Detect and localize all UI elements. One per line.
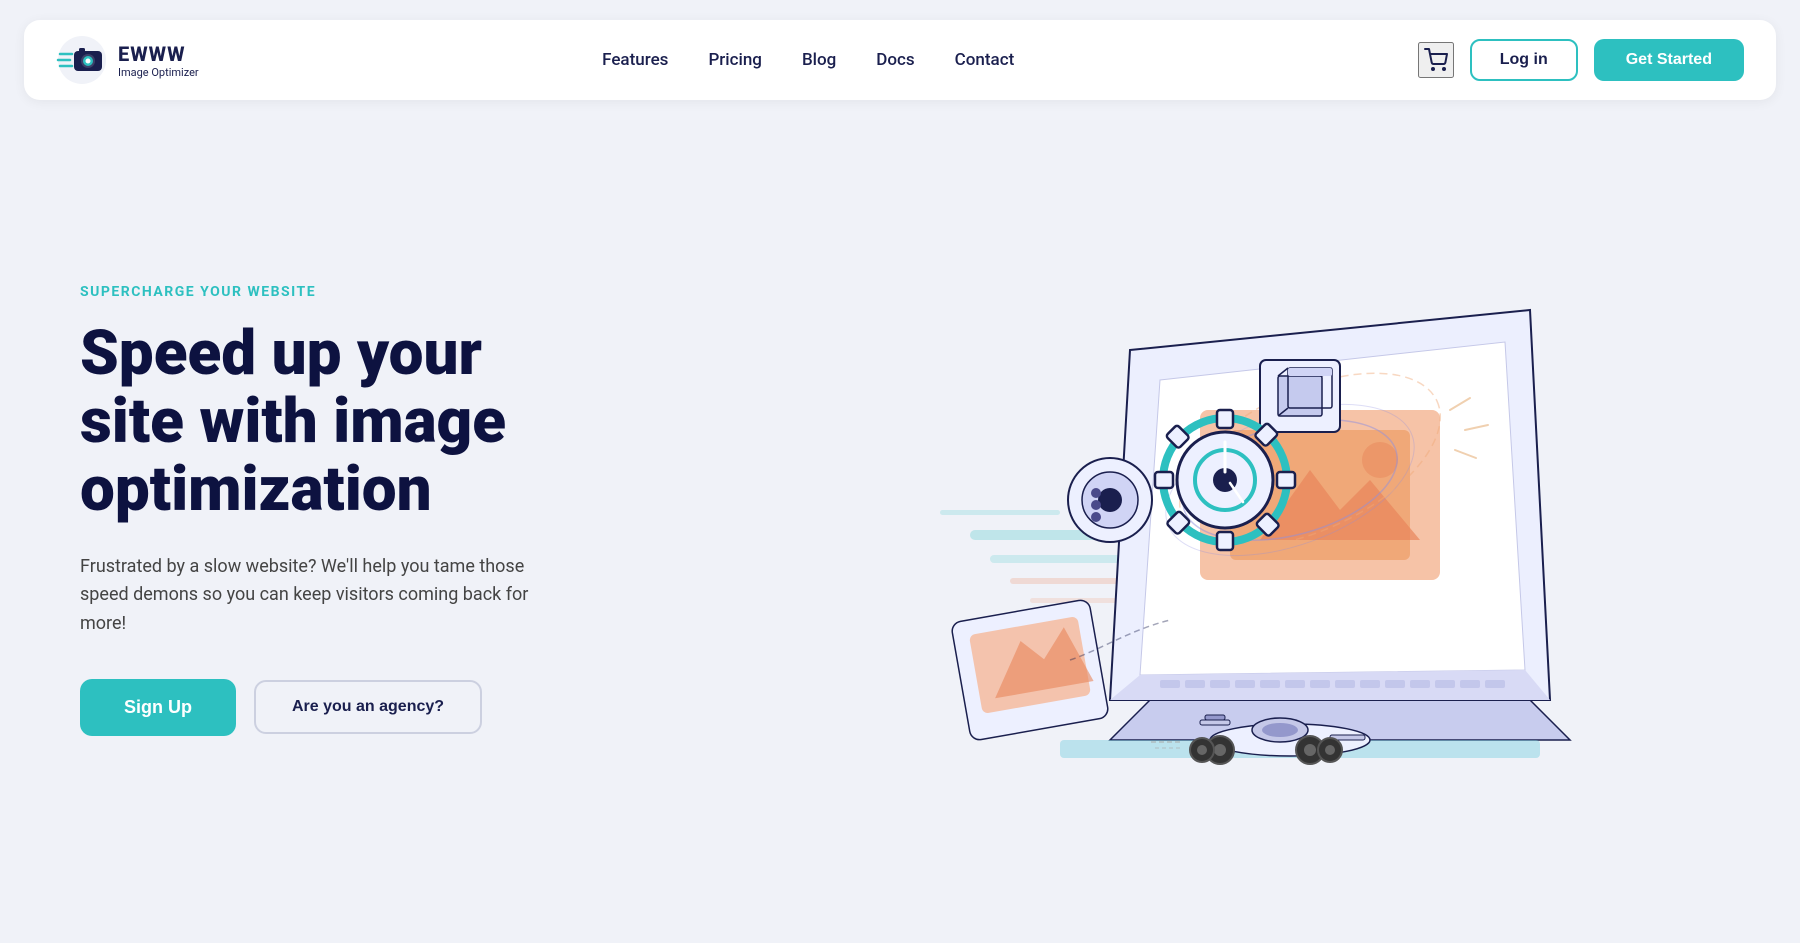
nav-item-pricing[interactable]: Pricing — [708, 50, 762, 70]
logo[interactable]: EWWW Image Optimizer — [56, 34, 199, 86]
signup-button[interactable]: Sign Up — [80, 679, 236, 736]
hero-section: SUPERCHARGE YOUR WEBSITE Speed up your s… — [0, 120, 1800, 900]
hero-buttons: Sign Up Are you an agency? — [80, 679, 600, 736]
hero-heading: Speed up your site with image optimizati… — [80, 320, 600, 525]
cart-button[interactable] — [1418, 42, 1454, 78]
login-button[interactable]: Log in — [1470, 39, 1578, 81]
nav-item-blog[interactable]: Blog — [802, 50, 836, 70]
logo-icon — [56, 34, 108, 86]
agency-button[interactable]: Are you an agency? — [254, 680, 482, 734]
brand-name: EWWW — [118, 42, 199, 66]
hero-illustration — [640, 170, 1720, 850]
cart-icon — [1424, 48, 1448, 72]
nav-item-features[interactable]: Features — [602, 50, 668, 70]
hero-illustration-svg — [640, 170, 1720, 850]
nav-item-contact[interactable]: Contact — [955, 50, 1015, 70]
hero-content: SUPERCHARGE YOUR WEBSITE Speed up your s… — [80, 284, 600, 736]
hero-eyebrow: SUPERCHARGE YOUR WEBSITE — [80, 284, 600, 300]
logo-text: EWWW Image Optimizer — [118, 42, 199, 79]
brand-sub: Image Optimizer — [118, 66, 199, 79]
header: EWWW Image Optimizer Features Pricing Bl… — [24, 20, 1776, 100]
main-nav: Features Pricing Blog Docs Contact — [602, 50, 1014, 70]
header-right: Log in Get Started — [1418, 39, 1744, 81]
get-started-button[interactable]: Get Started — [1594, 39, 1744, 81]
nav-item-docs[interactable]: Docs — [876, 50, 914, 70]
hero-body: Frustrated by a slow website? We'll help… — [80, 553, 540, 639]
